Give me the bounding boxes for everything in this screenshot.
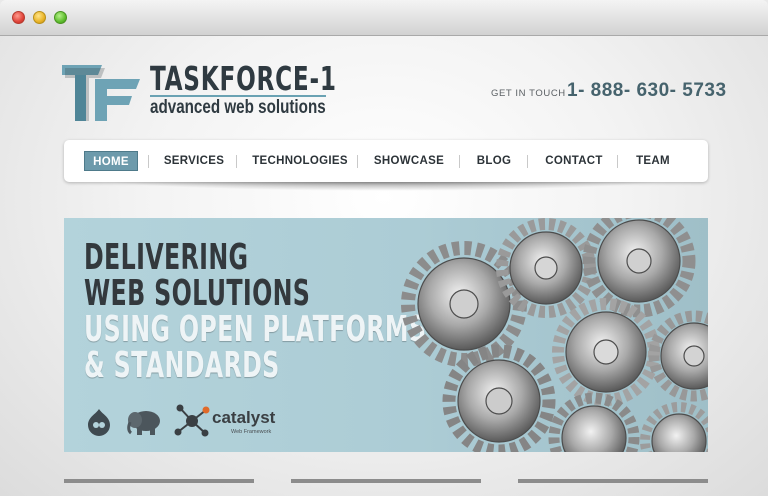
- nav-item-team[interactable]: TEAM: [630, 151, 676, 171]
- phone-number[interactable]: 1- 888- 630- 5733: [567, 80, 727, 102]
- nav-item-home[interactable]: HOME: [84, 151, 138, 171]
- get-in-touch-label: GET IN TOUCH: [491, 88, 566, 99]
- taskforce-logo-icon[interactable]: [62, 63, 140, 121]
- hero-headline-line-4: & STANDARDS: [84, 345, 280, 386]
- nav-divider: [617, 155, 618, 168]
- hero-headline-line-1: DELIVERING: [84, 237, 249, 278]
- nav-divider: [527, 155, 528, 168]
- hero-headline-line-2: WEB SOLUTIONS: [84, 273, 311, 314]
- column-divider-2: [291, 479, 481, 483]
- brand-tagline: advanced web solutions: [150, 95, 326, 118]
- nav-divider: [459, 155, 460, 168]
- nav-item-showcase[interactable]: SHOWCASE: [370, 151, 448, 171]
- gears-illustration: [401, 218, 708, 452]
- minimize-window-button[interactable]: [33, 11, 46, 24]
- close-window-button[interactable]: [12, 11, 25, 24]
- catalyst-logo-text: catalyst: [212, 408, 276, 427]
- nav-item-blog[interactable]: BLOG: [472, 151, 516, 171]
- browser-title-bar: [0, 0, 768, 36]
- column-divider-3: [518, 479, 708, 483]
- zoom-window-button[interactable]: [54, 11, 67, 24]
- nav-divider: [357, 155, 358, 168]
- brand-name[interactable]: TASKFORCE-1: [150, 62, 337, 96]
- page-viewport: TASKFORCE-1 advanced web solutions GET I…: [0, 36, 768, 496]
- column-divider-1: [64, 479, 254, 483]
- nav-divider: [148, 155, 149, 168]
- nav-item-services[interactable]: SERVICES: [160, 151, 228, 171]
- hero-headline-line-3: USING OPEN PLATFORMS: [84, 309, 427, 350]
- hero-banner: DELIVERING WEB SOLUTIONS USING OPEN PLAT…: [64, 218, 708, 452]
- nav-item-technologies[interactable]: TECHNOLOGIES: [250, 151, 350, 171]
- drupal-icon: [88, 409, 110, 436]
- catalyst-icon: [174, 404, 210, 437]
- nav-divider: [236, 155, 237, 168]
- catalyst-logo-subtext: Web Framework: [231, 429, 272, 435]
- nav-item-contact[interactable]: CONTACT: [542, 151, 606, 171]
- php-elephant-icon: [127, 411, 160, 435]
- main-nav: HOME SERVICES TECHNOLOGIES SHOWCASE BLOG…: [64, 140, 708, 182]
